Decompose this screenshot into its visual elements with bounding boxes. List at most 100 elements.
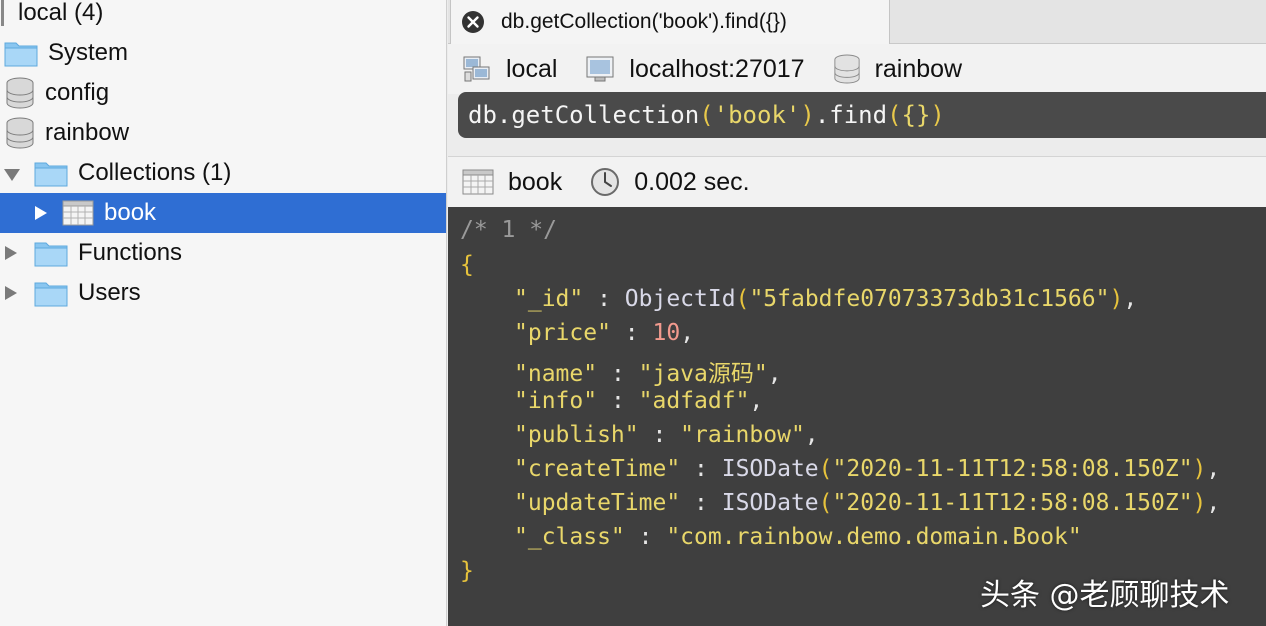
tree-item-label: Collections (1) <box>78 159 232 186</box>
server-icon <box>1 0 4 26</box>
tree-item-users[interactable]: Users <box>0 273 446 313</box>
document-field-row: "publish" : "rainbow", <box>514 422 819 448</box>
field-key: "createTime" <box>514 456 681 482</box>
tree-item-config[interactable]: config <box>0 73 446 113</box>
document-field-row: "price" : 10, <box>514 320 694 346</box>
query-editor[interactable]: db. getCollection('book'). find({}) <box>458 92 1266 138</box>
field-key: "_class" <box>514 524 625 550</box>
document-field-row: "_class" : "com.rainbow.demo.domain.Book… <box>514 524 1082 550</box>
field-key: "price" <box>514 320 611 346</box>
document-close-brace: } <box>460 558 474 584</box>
chevron-right-icon[interactable] <box>2 245 18 261</box>
tree-item-label: rainbow <box>45 119 130 146</box>
database-name: rainbow <box>833 54 963 84</box>
field-paren: ) <box>1192 456 1207 482</box>
folder-icon <box>34 242 68 267</box>
tree-item-label: System <box>48 39 129 66</box>
folder-icon <box>34 162 68 187</box>
field-value: "java源码" <box>638 361 768 387</box>
query-token: db <box>468 101 497 129</box>
folder-icon <box>4 42 38 67</box>
editor-splitter[interactable] <box>448 138 1266 156</box>
field-comma: , <box>680 320 695 346</box>
chevron-right-icon[interactable] <box>32 205 48 221</box>
query-token: 'book' <box>713 101 801 129</box>
connection-name-label: local <box>506 54 558 83</box>
chevron-down-icon[interactable] <box>4 165 20 181</box>
field-value: "5fabdfe07073373db31c1566" <box>749 286 1110 312</box>
field-key: "updateTime" <box>514 490 681 516</box>
document-field-row: "info" : "adfadf", <box>514 388 763 414</box>
tab-bar: db.getCollection('book').find({}) <box>448 0 1266 44</box>
field-key: "_id" <box>514 286 584 312</box>
database-name-label: rainbow <box>874 54 963 83</box>
field-function: ISODate <box>721 490 819 516</box>
field-value: "com.rainbow.demo.domain.Book" <box>666 524 1082 550</box>
field-value: "rainbow" <box>680 422 805 448</box>
query-token: . <box>496 101 512 129</box>
tree-item-system[interactable]: System <box>0 33 446 73</box>
field-value: 10 <box>652 320 681 346</box>
field-paren: ( <box>818 490 833 516</box>
document-field-row: "createTime" : ISODate("2020-11-11T12:58… <box>514 456 1220 482</box>
field-separator: : <box>638 422 681 448</box>
field-separator: : <box>680 490 722 516</box>
field-key: "info" <box>514 388 598 414</box>
server-address: localhost:27017 <box>585 54 805 84</box>
monitor-icon <box>586 56 614 82</box>
field-separator: : <box>624 524 667 550</box>
tree-item-collections[interactable]: Collections (1) <box>0 153 446 193</box>
query-token: find <box>829 101 888 129</box>
clock-icon <box>591 168 620 196</box>
result-collection-label: book <box>508 167 563 196</box>
query-token: {} <box>901 101 931 129</box>
document-comment: /* 1 */ <box>460 217 557 243</box>
field-paren: ( <box>818 456 833 482</box>
query-token: getCollection <box>511 101 700 129</box>
tree-root-label: local (4) <box>18 0 104 26</box>
tree-item-functions[interactable]: Functions <box>0 233 446 273</box>
field-paren: ) <box>1109 286 1124 312</box>
chevron-right-icon[interactable] <box>2 285 18 301</box>
field-comma: , <box>1206 456 1221 482</box>
document-field-row: "name" : "java源码", <box>514 354 782 388</box>
field-function: ObjectId <box>624 286 736 312</box>
watermark-text: 头条 @老顾聊技术 <box>980 578 1230 613</box>
result-info-bar: book 0.002 sec. <box>448 156 1266 207</box>
folder-icon <box>34 282 68 307</box>
field-key: "name" <box>514 361 598 387</box>
server-address-label: localhost:27017 <box>629 54 805 83</box>
field-separator: : <box>680 456 722 482</box>
tab-label: db.getCollection('book').find({}) <box>501 10 787 33</box>
database-icon <box>6 77 34 109</box>
tree-root-local[interactable]: local (4) <box>0 0 446 33</box>
field-value: "2020-11-11T12:58:08.150Z" <box>832 456 1193 482</box>
field-separator: : <box>597 388 639 414</box>
field-value: "adfadf" <box>638 388 750 414</box>
document-field-row: "updateTime" : ISODate("2020-11-11T12:58… <box>514 490 1220 516</box>
field-comma: , <box>749 388 764 414</box>
field-comma: , <box>767 361 782 387</box>
result-document-view[interactable]: /* 1 */ { "_id" : ObjectId ( "5fabdfe07073… <box>448 207 1266 626</box>
table-icon <box>462 169 494 195</box>
connection-tree-sidebar: local (4) System config rainbow Collecti… <box>0 0 447 626</box>
query-token: ) <box>930 101 945 129</box>
database-icon <box>833 54 860 84</box>
field-value: "2020-11-11T12:58:08.150Z" <box>832 490 1193 516</box>
result-elapsed: 0.002 sec. <box>590 167 750 197</box>
tree-item-rainbow[interactable]: rainbow <box>0 113 446 153</box>
field-comma: , <box>804 422 819 448</box>
connection-info-bar: local localhost:27017 rainbow <box>448 44 1266 94</box>
field-separator: : <box>610 320 653 346</box>
result-elapsed-label: 0.002 sec. <box>634 167 750 196</box>
field-key: "publish" <box>514 422 639 448</box>
close-icon[interactable] <box>461 10 485 34</box>
tab-query[interactable]: db.getCollection('book').find({}) <box>450 0 890 44</box>
tree-item-book[interactable]: book <box>0 193 446 233</box>
database-icon <box>6 117 34 149</box>
document-open-brace: { <box>460 252 474 278</box>
query-token: . <box>814 101 830 129</box>
tree-item-label: Functions <box>78 239 183 266</box>
field-comma: , <box>1206 490 1221 516</box>
query-token: ) <box>800 101 815 129</box>
